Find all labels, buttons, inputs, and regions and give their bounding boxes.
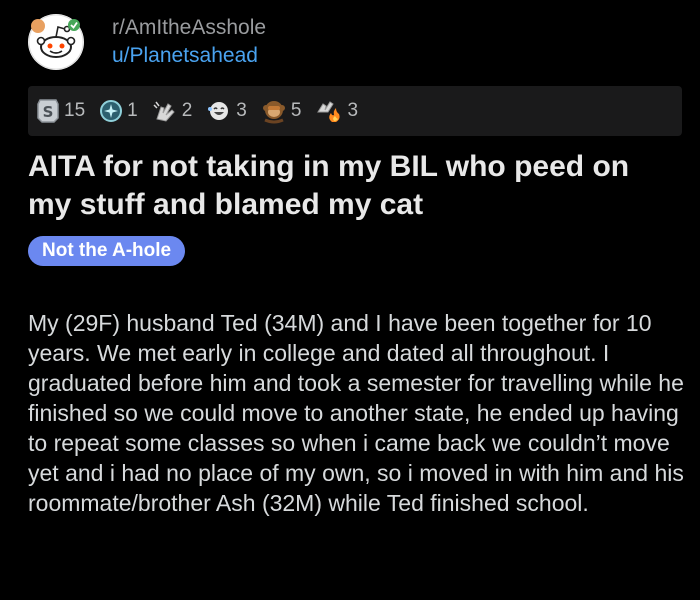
monkey-award-icon [262, 101, 285, 124]
award-laughing[interactable]: 3 [206, 99, 247, 123]
fire-award-icon [317, 101, 341, 122]
award-fire[interactable]: 3 [315, 98, 358, 124]
post-meta: r/AmItheAsshole u/Planetsahead [112, 15, 266, 69]
author-username[interactable]: u/Planetsahead [112, 43, 266, 69]
award-count: 2 [181, 100, 193, 121]
award-count: 15 [64, 100, 86, 121]
post-flair[interactable]: Not the A-hole [28, 236, 186, 266]
award-monkey[interactable]: 5 [261, 98, 302, 124]
silver-award-icon: S [37, 99, 59, 123]
clap-award-icon [153, 101, 175, 122]
award-count: 5 [290, 100, 302, 121]
award-silver[interactable]: S 15 [36, 98, 85, 124]
award-count: 3 [236, 100, 247, 121]
post-body: My (29F) husband Ted (34M) and I have be… [28, 310, 684, 516]
award-count: 3 [347, 100, 359, 121]
subreddit-name[interactable]: r/AmItheAsshole [112, 15, 266, 41]
svg-text:S: S [43, 103, 54, 121]
subreddit-avatar[interactable] [28, 14, 84, 70]
post-title[interactable]: AITA for not taking in my BIL who peed o… [28, 148, 678, 224]
award-clap[interactable]: 2 [152, 99, 193, 123]
award-count: 1 [127, 100, 138, 121]
post-header: r/AmItheAsshole u/Planetsahead [28, 14, 266, 70]
snoo-icon [28, 14, 84, 70]
award-helpful[interactable]: 1 [99, 99, 138, 123]
helpful-award-icon [100, 100, 123, 122]
laughing-award-icon [208, 102, 229, 120]
awards-bar[interactable]: S 15 1 2 3 5 3 [28, 86, 682, 136]
